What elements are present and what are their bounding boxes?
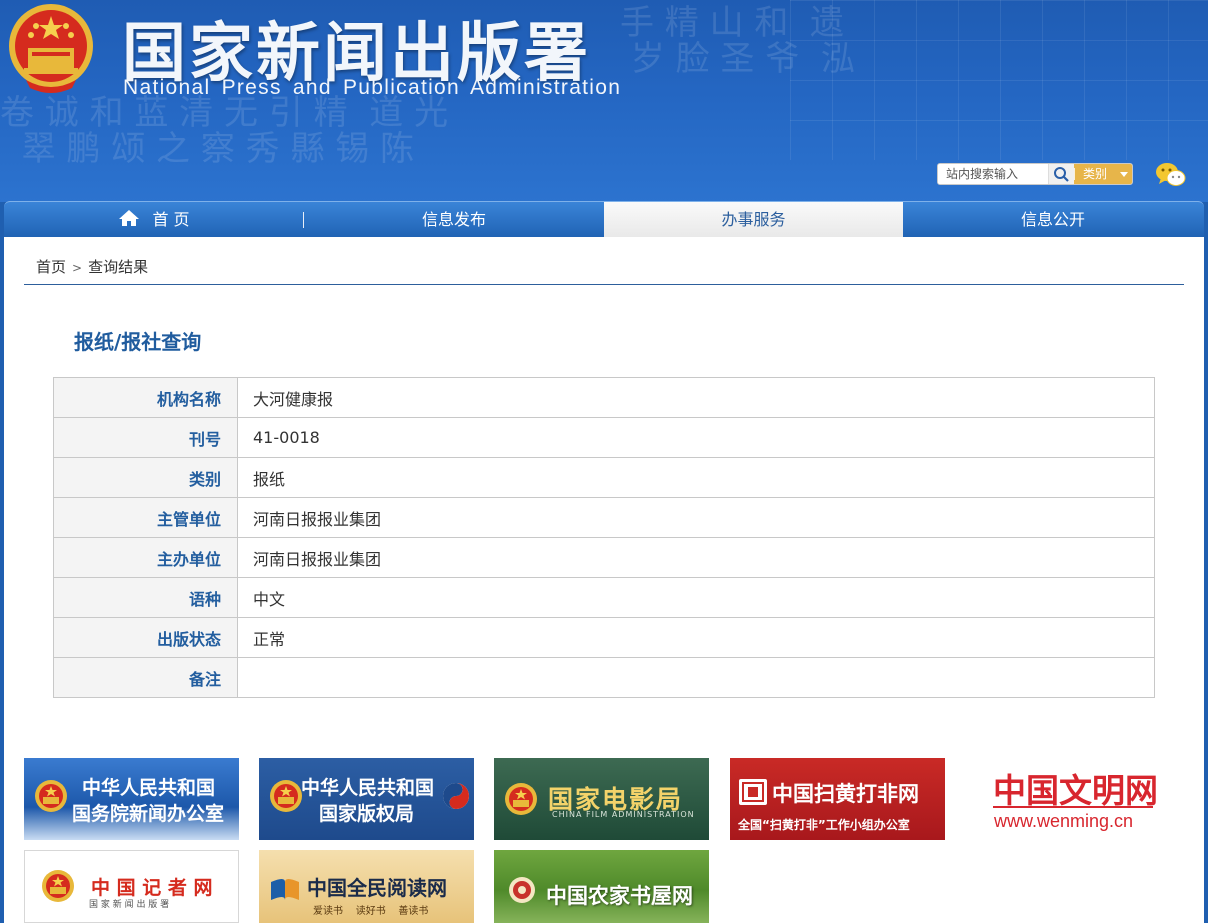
row-label: 类别 [53, 457, 238, 498]
row-label: 主办单位 [53, 537, 238, 578]
link-farm-banner[interactable]: 中国农家书屋网 [494, 850, 709, 923]
reading-logo-icon [271, 879, 299, 900]
main-navigation: 首 页 信息发布 办事服务 信息公开 [4, 201, 1204, 237]
link-reading-name: 中国全民阅读网 [307, 876, 447, 900]
category-dropdown[interactable]: 类别 [1074, 164, 1132, 184]
row-label: 备注 [53, 657, 238, 698]
nav-item-services[interactable]: 办事服务 [604, 202, 903, 237]
nav-label-info-disclosure: 信息公开 [1020, 210, 1085, 229]
wechat-icon[interactable] [1154, 160, 1188, 190]
link-shdf-name: 中国扫黄打非网 [772, 782, 919, 806]
link-ncac-banner[interactable]: 中华人民共和国 国家版权局 [259, 758, 474, 840]
table-row: 主管单位 河南日报报业集团 [53, 497, 1155, 538]
category-label: 类别 [1083, 167, 1108, 181]
row-value: 报纸 [237, 457, 1155, 498]
row-label: 出版状态 [53, 617, 238, 658]
page-title: 报纸/报社查询 [74, 330, 202, 354]
row-value: 正常 [237, 617, 1155, 658]
search-icon [1054, 167, 1069, 182]
nav-item-home[interactable]: 首 页 [4, 202, 304, 237]
row-label: 机构名称 [53, 377, 238, 418]
table-row: 刊号 41-0018 [53, 417, 1155, 458]
link-wenming-name: 中国文明网 [993, 771, 1158, 810]
nav-item-info-disclosure[interactable]: 信息公开 [903, 202, 1203, 237]
chevron-down-icon [1120, 172, 1128, 177]
breadcrumb: 首页 > 查询结果 [36, 256, 148, 277]
link-ncac-line2: 国家版权局 [319, 803, 415, 825]
search-input[interactable] [938, 164, 1048, 184]
row-value [237, 657, 1155, 698]
breadcrumb-divider [24, 284, 1184, 285]
link-wenming-banner[interactable]: 中国文明网 www.wenming.cn [965, 758, 1180, 840]
breadcrumb-separator: > [72, 261, 83, 275]
header-background-calligraphy: 卷 诚 和 蓝 清 无 引 精 道 光 翠 鹏 颂 之 察 秀 縣 锡 陈 [0, 93, 449, 169]
link-reading-slogan: 爱读书 读好书 善读书 [313, 906, 429, 917]
link-journalist-banner[interactable]: 中 国 记 者 网 国 家 新 闻 出 版 署 [24, 850, 239, 923]
table-row: 语种 中文 [53, 577, 1155, 618]
link-film-english: CHINA FILM ADMINISTRATION [552, 810, 695, 819]
table-row: 机构名称 大河健康报 [53, 377, 1155, 418]
search-button[interactable] [1048, 164, 1074, 184]
nav-label-home: 首 页 [152, 210, 190, 229]
site-header: 卷 诚 和 蓝 清 无 引 精 道 光 翠 鹏 颂 之 察 秀 縣 锡 陈 手 … [0, 0, 1208, 202]
nav-item-info-release[interactable]: 信息发布 [304, 202, 604, 237]
national-emblem-icon [42, 870, 74, 902]
link-journalist-sub: 国 家 新 闻 出 版 署 [89, 900, 170, 910]
link-shdf-sub: 全国“扫黄打非”工作小组办公室 [738, 818, 910, 832]
farm-logo-icon [509, 877, 535, 903]
search-box: 类别 [937, 163, 1133, 185]
header-background-tiles [790, 0, 1208, 160]
nav-label-services: 办事服务 [721, 210, 786, 229]
breadcrumb-current: 查询结果 [88, 258, 149, 276]
row-label: 刊号 [53, 417, 238, 458]
row-value: 41-0018 [237, 417, 1155, 458]
category-separator [1074, 168, 1075, 180]
home-icon [119, 210, 140, 226]
row-value: 大河健康报 [237, 377, 1155, 418]
table-row: 类别 报纸 [53, 457, 1155, 498]
row-value: 河南日报报业集团 [237, 537, 1155, 578]
table-row: 出版状态 正常 [53, 617, 1155, 658]
wenming-divider [993, 806, 1153, 808]
link-ncac-line1: 中华人民共和国 [301, 777, 435, 799]
shdf-logo-icon [739, 779, 767, 805]
link-scio-banner[interactable]: 中华人民共和国 国务院新闻办公室 [24, 758, 239, 840]
copyright-logo-icon [443, 783, 469, 809]
table-row: 备注 [53, 657, 1155, 698]
breadcrumb-home-link[interactable]: 首页 [36, 258, 66, 276]
row-value: 中文 [237, 577, 1155, 618]
row-label: 主管单位 [53, 497, 238, 538]
main-content: 首页 > 查询结果 报纸/报社查询 机构名称 大河健康报 刊号 41-0018 类别 报纸… [4, 237, 1204, 923]
nav-label-info-release: 信息发布 [421, 210, 486, 229]
row-label: 语种 [53, 577, 238, 618]
national-emblem-icon [505, 783, 537, 815]
link-shdf-banner[interactable]: 中国扫黄打非网 全国“扫黄打非”工作小组办公室 [730, 758, 945, 840]
record-table: 机构名称 大河健康报 刊号 41-0018 类别 报纸 主管单位 河南日报报业集团 主办… [53, 377, 1155, 698]
national-emblem-icon [270, 780, 302, 812]
national-emblem-icon [35, 780, 67, 812]
link-journalist-name: 中 国 记 者 网 [91, 877, 213, 899]
national-emblem-icon[interactable] [6, 2, 96, 96]
link-reading-banner[interactable]: 中国全民阅读网 爱读书 读好书 善读书 [259, 850, 474, 923]
link-scio-line2: 国务院新闻办公室 [72, 803, 225, 825]
link-film-banner[interactable]: 国家电影局 CHINA FILM ADMINISTRATION [494, 758, 709, 840]
row-value: 河南日报报业集团 [237, 497, 1155, 538]
link-farm-name: 中国农家书屋网 [546, 884, 693, 908]
link-scio-line1: 中华人民共和国 [82, 777, 216, 799]
table-row: 主办单位 河南日报报业集团 [53, 537, 1155, 578]
link-wenming-url: www.wenming.cn [994, 811, 1134, 831]
site-subtitle: National Press and Publication Administr… [123, 76, 622, 99]
